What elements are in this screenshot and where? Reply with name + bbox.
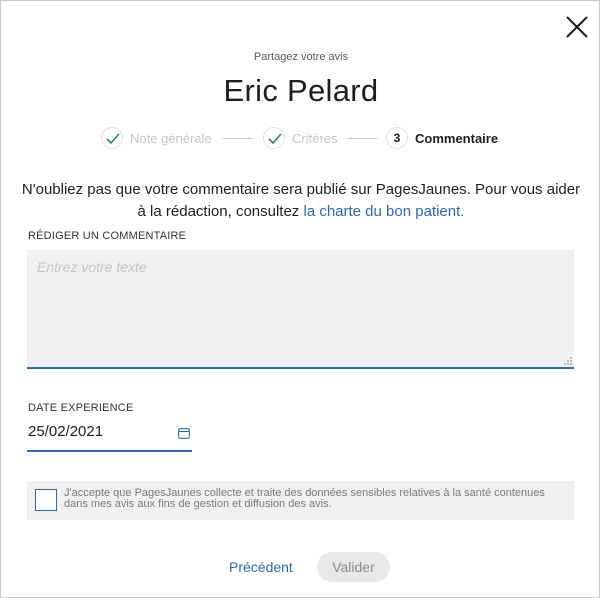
- step-divider: [223, 138, 253, 139]
- charter-link[interactable]: la charte du bon patient.: [303, 203, 464, 220]
- step-1-check-icon: [101, 127, 123, 149]
- submit-button[interactable]: Valider: [317, 552, 390, 582]
- page-title: Eric Pelard: [223, 73, 379, 108]
- step-divider: [347, 138, 377, 139]
- comment-label: RÉDIGER UN COMMENTAIRE: [28, 230, 187, 242]
- step-3-label: Commentaire: [415, 131, 499, 146]
- date-field[interactable]: 25/02/2021: [27, 419, 192, 452]
- intro-message: N'oubliez pas que votre commentaire sera…: [21, 181, 581, 220]
- close-icon[interactable]: [564, 14, 590, 40]
- step-1-label: Note générale: [130, 131, 212, 146]
- step-2-check-icon: [263, 127, 285, 149]
- previous-button[interactable]: Précédent: [229, 559, 293, 575]
- consent-checkbox[interactable]: [35, 489, 57, 511]
- comment-textarea[interactable]: [27, 250, 574, 369]
- consent-block: J'accepte que PagesJaunes collecte et tr…: [27, 481, 574, 520]
- consent-text: J'accepte que PagesJaunes collecte et tr…: [64, 487, 545, 510]
- stepper: Note générale Critères 3 Commentaire: [1, 127, 600, 151]
- calendar-icon[interactable]: [178, 427, 190, 439]
- resize-grip-icon[interactable]: [563, 356, 572, 365]
- intro-text: N'oubliez pas que votre commentaire sera…: [21, 179, 581, 223]
- modal-kicker: Partagez votre avis: [253, 51, 349, 63]
- step-2-label: Critères: [292, 131, 338, 146]
- step-3-number: 3: [386, 127, 408, 149]
- review-modal: Partagez votre avis Eric Pelard Note gén…: [0, 0, 600, 598]
- date-value: 25/02/2021: [28, 423, 104, 440]
- date-label: DATE EXPERIENCE: [28, 402, 134, 414]
